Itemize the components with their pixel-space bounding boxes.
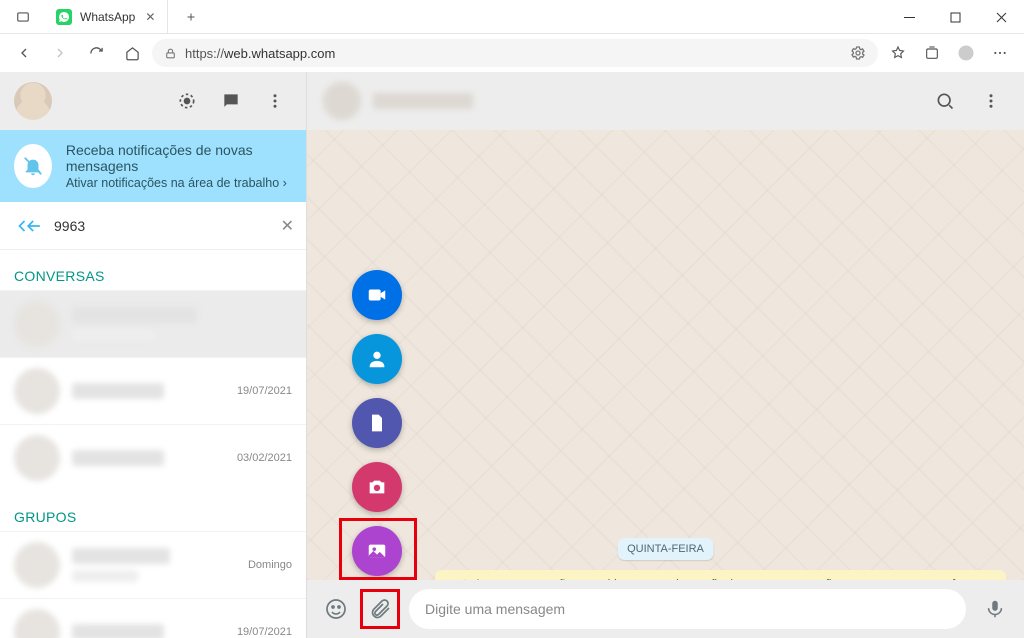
- tab-title: WhatsApp: [80, 10, 135, 24]
- arrow-left-icon[interactable]: [24, 216, 44, 236]
- chat-date: 03/02/2021: [237, 452, 292, 464]
- attach-button[interactable]: [365, 594, 395, 624]
- contact-avatar[interactable]: [323, 82, 361, 120]
- nav-home[interactable]: [116, 37, 148, 69]
- section-conversas: CONVERSAS: [0, 250, 306, 290]
- date-pill: QUINTA-FEIRA: [617, 538, 714, 560]
- chat-body: QUINTA-FEIRA 🔒As mensagens são protegida…: [307, 130, 1024, 580]
- bell-slash-icon: [14, 144, 52, 188]
- url-text: https://web.whatsapp.com: [185, 46, 842, 61]
- sidebar-header: [0, 72, 306, 130]
- emoji-button[interactable]: [321, 594, 351, 624]
- new-tab-button[interactable]: [176, 11, 206, 23]
- chat-avatar: [14, 368, 60, 414]
- chat-row[interactable]: 19/07/2021: [0, 598, 306, 638]
- browser-toolbar: https://web.whatsapp.com: [0, 34, 1024, 72]
- window-maximize[interactable]: [932, 0, 978, 34]
- contact-name: [373, 93, 473, 109]
- menu-button[interactable]: [258, 84, 292, 118]
- site-settings-icon[interactable]: [850, 45, 866, 61]
- nav-forward: [44, 37, 76, 69]
- attach-contact-button[interactable]: [352, 334, 402, 384]
- favorites-button[interactable]: [882, 37, 914, 69]
- profile-button[interactable]: [950, 37, 982, 69]
- address-bar[interactable]: https://web.whatsapp.com: [152, 39, 878, 67]
- status-button[interactable]: [170, 84, 204, 118]
- attach-room-button[interactable]: [352, 270, 402, 320]
- chat-row[interactable]: 03/02/2021: [0, 424, 306, 491]
- browser-menu[interactable]: [984, 37, 1016, 69]
- chat-date: 19/07/2021: [237, 626, 292, 638]
- chat-row[interactable]: [0, 290, 306, 357]
- chat-row[interactable]: 19/07/2021: [0, 357, 306, 424]
- chat-panel: QUINTA-FEIRA 🔒As mensagens são protegida…: [307, 72, 1024, 638]
- tab-overview-button[interactable]: [8, 0, 38, 34]
- tab-close-button[interactable]: ✕: [143, 10, 157, 24]
- notification-line2: Ativar notificações na área de trabalho …: [66, 176, 292, 190]
- nav-refresh[interactable]: [80, 37, 112, 69]
- attach-document-button[interactable]: [352, 398, 402, 448]
- composer: Digite uma mensagem: [307, 580, 1024, 638]
- collections-button[interactable]: [916, 37, 948, 69]
- attach-camera-button[interactable]: [352, 462, 402, 512]
- voice-button[interactable]: [980, 594, 1010, 624]
- section-grupos: GRUPOS: [0, 491, 306, 531]
- window-close[interactable]: [978, 0, 1024, 34]
- window-titlebar: WhatsApp ✕: [0, 0, 1024, 34]
- chat-date: Domingo: [248, 559, 292, 571]
- chat-avatar: [14, 301, 60, 347]
- sidebar: Receba notificações de novas mensagens A…: [0, 72, 307, 638]
- search-bar: ✕: [0, 202, 306, 250]
- chat-header: [307, 72, 1024, 130]
- notification-line1: Receba notificações de novas mensagens: [66, 142, 292, 174]
- chat-search-button[interactable]: [928, 84, 962, 118]
- browser-tab[interactable]: WhatsApp ✕: [46, 0, 168, 33]
- attachment-menu: [352, 270, 402, 576]
- chat-date: 19/07/2021: [237, 385, 292, 397]
- my-avatar[interactable]: [14, 82, 52, 120]
- chat-row[interactable]: Domingo: [0, 531, 306, 598]
- chat-avatar: [14, 609, 60, 638]
- chat-avatar: [14, 435, 60, 481]
- encryption-banner[interactable]: 🔒As mensagens são protegidas com a cript…: [435, 570, 1006, 580]
- whatsapp-app: Receba notificações de novas mensagens A…: [0, 72, 1024, 638]
- nav-back[interactable]: [8, 37, 40, 69]
- message-input[interactable]: Digite uma mensagem: [409, 589, 966, 629]
- lock-icon: [164, 47, 177, 60]
- clear-search-icon[interactable]: ✕: [281, 216, 294, 236]
- new-chat-button[interactable]: [214, 84, 248, 118]
- attach-photos-button[interactable]: [352, 526, 402, 576]
- search-input[interactable]: [54, 218, 271, 234]
- notification-banner[interactable]: Receba notificações de novas mensagens A…: [0, 130, 306, 202]
- chat-menu-button[interactable]: [974, 84, 1008, 118]
- chat-avatar: [14, 542, 60, 588]
- chat-list: CONVERSAS 19/07/2021 03/02/2021 GRUPOS: [0, 250, 306, 638]
- window-minimize[interactable]: [886, 0, 932, 34]
- whatsapp-favicon: [56, 9, 72, 25]
